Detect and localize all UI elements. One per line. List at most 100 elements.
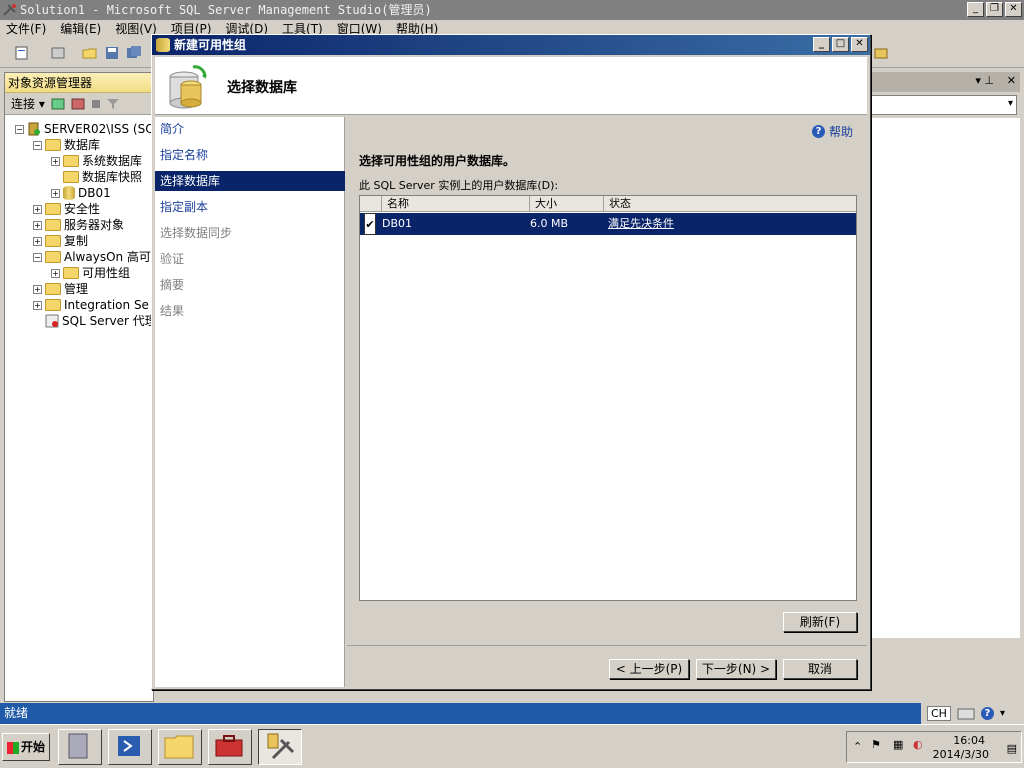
object-explorer-header: 对象资源管理器	[5, 73, 153, 93]
table-row[interactable]: ✔ DB01 6.0 MB 满足先决条件	[360, 213, 856, 235]
tree-node[interactable]: + 可用性组	[51, 265, 130, 281]
expand-icon[interactable]: +	[33, 284, 42, 294]
expand-icon[interactable]: +	[33, 236, 42, 246]
keyboard-icon[interactable]	[957, 707, 975, 721]
dialog-close-icon[interactable]: ✕	[851, 37, 868, 52]
previous-button[interactable]: < 上一步(P)	[609, 659, 689, 679]
tree-node[interactable]: + 服务器对象	[33, 217, 124, 233]
wizard-nav-item[interactable]: 选择数据库	[155, 171, 345, 191]
window-title: Solution1 - Microsoft SQL Server Managem…	[20, 3, 432, 17]
restore-icon[interactable]: ❐	[986, 2, 1003, 17]
help-link[interactable]: ? 帮助	[811, 123, 853, 140]
ime-language[interactable]: CH	[927, 706, 951, 721]
filter-icon[interactable]	[106, 98, 119, 110]
server-manager-task[interactable]	[58, 729, 102, 765]
properties-icon[interactable]	[873, 45, 889, 61]
expand-icon[interactable]: +	[33, 300, 42, 310]
row-checkbox[interactable]: ✔	[364, 213, 376, 235]
database-sync-icon	[169, 65, 207, 109]
tree-node-label: AlwaysOn 高可用	[64, 250, 163, 264]
volume-icon[interactable]: ◐	[913, 738, 923, 751]
ime-options-icon[interactable]: ▾	[1000, 708, 1005, 719]
tree-node[interactable]: + 管理	[33, 281, 88, 297]
powershell-task[interactable]	[108, 729, 152, 765]
tree-node-label: SERVER02\ISS (SQL	[44, 122, 162, 136]
tree-node[interactable]: SQL Server 代理	[33, 313, 157, 329]
collapse-icon[interactable]: −	[15, 124, 24, 134]
grid-header-name[interactable]: 名称	[382, 196, 530, 212]
wizard-nav-item[interactable]: 简介	[155, 119, 345, 139]
connect-button[interactable]: 连接 ▾	[11, 95, 45, 112]
banner-title: 选择数据库	[227, 80, 297, 96]
ime-bar: CH ? ▾	[921, 703, 1024, 724]
tree-node-label: DB01	[78, 186, 111, 200]
toolbox-task[interactable]	[208, 729, 252, 765]
dialog-maximize-icon[interactable]: □	[832, 37, 849, 52]
network-icon[interactable]: ▦	[893, 738, 903, 751]
next-button[interactable]: 下一步(N) >	[696, 659, 776, 679]
open-folder-icon[interactable]	[82, 45, 98, 61]
properties-object-dropdown[interactable]: ▾	[870, 95, 1017, 115]
minimize-icon[interactable]: _	[967, 2, 984, 17]
tree-node[interactable]: − SERVER02\ISS (SQL	[15, 121, 161, 137]
wizard-nav-item[interactable]: 指定副本	[155, 197, 345, 217]
tree-node[interactable]: − AlwaysOn 高可用	[33, 249, 163, 265]
tree-node[interactable]: 数据库快照	[51, 169, 142, 185]
collapse-icon[interactable]: −	[33, 140, 42, 150]
connect-server-icon[interactable]	[51, 97, 65, 111]
clock-date[interactable]: 2014/3/30	[933, 748, 989, 761]
grid-header-status[interactable]: 状态	[604, 196, 856, 212]
grid-icon[interactable]	[50, 45, 66, 61]
collapse-icon[interactable]: −	[33, 252, 42, 262]
dialog-minimize-icon[interactable]: _	[813, 37, 830, 52]
expand-icon[interactable]: +	[33, 204, 42, 214]
expand-icon[interactable]: +	[51, 156, 60, 166]
disconnect-icon[interactable]	[71, 97, 85, 111]
row-name: DB01	[382, 217, 413, 230]
ssms-task[interactable]	[258, 729, 302, 765]
tree-node[interactable]: + 复制	[33, 233, 88, 249]
menu-file[interactable]: 文件(F)	[6, 20, 46, 38]
action-center-flag-icon[interactable]: ⚑	[871, 738, 881, 751]
tree-node[interactable]: − 数据库	[33, 137, 100, 153]
dialog-title: 新建可用性组	[174, 38, 247, 52]
folder-icon	[63, 267, 79, 279]
expand-icon[interactable]: +	[51, 268, 60, 278]
explorer-task[interactable]	[158, 729, 202, 765]
expand-icon[interactable]: +	[51, 188, 60, 198]
folder-icon	[63, 155, 79, 167]
tree-node[interactable]: + Integration Se	[33, 297, 149, 313]
folder-icon	[45, 139, 61, 151]
folder-icon	[45, 299, 61, 311]
row-status-link[interactable]: 满足先决条件	[608, 213, 674, 235]
panel-close-icon[interactable]: ✕	[1007, 74, 1016, 87]
wizard-nav-item[interactable]: 指定名称	[155, 145, 345, 165]
section-title: 选择可用性组的用户数据库。	[359, 154, 516, 168]
new-query-icon[interactable]	[14, 45, 30, 61]
tree-node-label: 服务器对象	[64, 218, 125, 232]
folder-icon	[63, 171, 79, 183]
tree-node[interactable]: + 安全性	[33, 201, 100, 217]
tree-node-label: 安全性	[64, 202, 101, 216]
show-desktop-icon[interactable]: ▤	[1007, 742, 1017, 755]
ime-help-icon[interactable]: ?	[980, 707, 994, 720]
properties-grid-area	[870, 118, 1020, 703]
save-icon[interactable]	[104, 45, 120, 61]
pin-icon[interactable]: ▾ ⊥	[975, 74, 994, 87]
tree-node-label: SQL Server 代理	[62, 314, 157, 328]
expand-icon[interactable]: +	[33, 220, 42, 230]
stop-icon[interactable]	[91, 99, 101, 109]
clock-time[interactable]: 16:04	[953, 734, 985, 747]
refresh-button[interactable]: 刷新(F)	[783, 612, 857, 632]
cancel-button[interactable]: 取消	[783, 659, 857, 679]
menu-edit[interactable]: 编辑(E)	[60, 20, 101, 38]
user-database-grid: 名称 大小 状态 ✔ DB01 6.0 MB 满足先决条件	[359, 195, 857, 601]
tree-node[interactable]: + 系统数据库	[51, 153, 142, 169]
close-icon[interactable]: ✕	[1005, 2, 1022, 17]
grid-header-size[interactable]: 大小	[530, 196, 604, 212]
tray-expand-icon[interactable]: ⌃	[853, 740, 862, 753]
start-button[interactable]: 开始	[2, 733, 50, 761]
tree-node[interactable]: + DB01	[51, 185, 111, 201]
system-tray: ⌃ ⚑ ▦ ◐ 16:04 2014/3/30 ▤	[846, 731, 1022, 763]
save-all-icon[interactable]	[126, 45, 142, 61]
